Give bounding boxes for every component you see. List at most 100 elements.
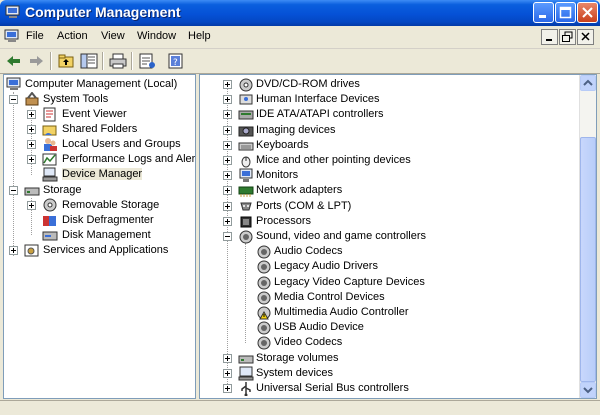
menu-file[interactable]: File bbox=[26, 30, 44, 42]
maximize-icon bbox=[559, 6, 572, 19]
tree-item-device-manager[interactable]: Device Manager bbox=[6, 167, 195, 182]
expand-toggle[interactable] bbox=[223, 125, 232, 135]
menu-action[interactable]: Action bbox=[57, 30, 88, 42]
menu-view[interactable]: View bbox=[101, 30, 125, 42]
expand-toggle[interactable] bbox=[223, 186, 232, 196]
up-level-icon[interactable] bbox=[56, 52, 76, 70]
tree-item-event-viewer[interactable]: Event Viewer bbox=[6, 107, 195, 122]
expand-toggle[interactable] bbox=[27, 155, 36, 164]
tree-item-performance-logs[interactable]: Performance Logs and Alerts bbox=[6, 152, 196, 167]
menu-help[interactable]: Help bbox=[188, 30, 211, 42]
expand-toggle[interactable] bbox=[223, 140, 232, 150]
expand-toggle[interactable] bbox=[223, 110, 232, 120]
vertical-scrollbar[interactable] bbox=[579, 75, 596, 398]
maximize-button[interactable] bbox=[555, 2, 576, 23]
device-tree-item[interactable]: Universal Serial Bus controllers bbox=[202, 381, 572, 396]
device-tree-item[interactable]: Legacy Video Capture Devices bbox=[202, 275, 572, 290]
toolbar-separator bbox=[131, 52, 133, 70]
tree-item-shared-folders[interactable]: Shared Folders bbox=[6, 122, 195, 137]
tree-item-local-users-groups[interactable]: Local Users and Groups bbox=[6, 137, 195, 152]
device-tree-item[interactable]: Monitors bbox=[202, 168, 572, 183]
computer-management-icon bbox=[5, 5, 20, 18]
tree-item-computer-management[interactable]: Computer Management (Local) bbox=[6, 77, 195, 92]
expand-toggle[interactable] bbox=[223, 156, 232, 165]
tree-item-disk-management[interactable]: Disk Management bbox=[6, 228, 195, 243]
properties-icon[interactable] bbox=[137, 52, 157, 70]
device-tree-item[interactable]: Keyboards bbox=[202, 138, 572, 153]
back-arrow-icon[interactable] bbox=[4, 52, 24, 70]
device-tree-item-label: Ports (COM & LPT) bbox=[256, 199, 352, 212]
collapse-toggle[interactable] bbox=[223, 232, 232, 241]
toolbar: ? bbox=[0, 49, 600, 74]
chevron-down-icon bbox=[583, 387, 593, 394]
collapse-toggle[interactable] bbox=[9, 186, 18, 195]
device-tree-item[interactable]: System devices bbox=[202, 366, 572, 381]
close-icon bbox=[582, 7, 593, 18]
scroll-thumb[interactable] bbox=[580, 137, 596, 382]
mmc-window-icon[interactable] bbox=[4, 29, 20, 44]
print-icon[interactable] bbox=[108, 52, 128, 70]
expand-toggle[interactable] bbox=[223, 171, 232, 181]
expand-toggle[interactable] bbox=[223, 95, 232, 105]
menu-bar: File Action View Window Help bbox=[0, 26, 600, 49]
device-tree-item[interactable]: Imaging devices bbox=[202, 123, 572, 138]
mdi-restore-button[interactable] bbox=[559, 29, 576, 45]
device-tree-item[interactable]: Network adapters bbox=[202, 183, 572, 198]
tree-item-label: Removable Storage bbox=[62, 199, 160, 211]
device-tree-item[interactable]: Media Control Devices bbox=[202, 290, 572, 305]
forward-arrow-icon[interactable] bbox=[26, 52, 46, 70]
expand-toggle[interactable] bbox=[223, 353, 232, 363]
tree-item-label: Event Viewer bbox=[62, 108, 127, 120]
console-tree-pane[interactable]: Computer Management (Local) System Tools… bbox=[3, 74, 196, 399]
device-tree-item[interactable]: Processors bbox=[202, 214, 572, 229]
help-icon[interactable]: ? bbox=[166, 52, 186, 70]
expand-toggle[interactable] bbox=[27, 110, 36, 119]
expand-toggle[interactable] bbox=[27, 201, 36, 210]
tree-item-system-tools[interactable]: System Tools bbox=[6, 92, 195, 107]
tree-item-disk-defragmenter[interactable]: Disk Defragmenter bbox=[6, 213, 195, 228]
device-tree-item[interactable]: Sound, video and game controllers bbox=[202, 229, 572, 244]
device-tree-item[interactable]: DVD/CD-ROM drives bbox=[202, 77, 572, 92]
title-bar[interactable]: Computer Management bbox=[0, 0, 600, 26]
tree-item-storage[interactable]: Storage bbox=[6, 183, 195, 198]
show-hide-tree-icon[interactable] bbox=[79, 52, 99, 70]
processor-icon bbox=[240, 216, 252, 228]
tree-item-label: System Tools bbox=[43, 93, 109, 105]
expand-toggle[interactable] bbox=[223, 201, 232, 211]
performance-logs-icon bbox=[42, 153, 57, 166]
sound-device-icon bbox=[257, 260, 271, 274]
expand-toggle[interactable] bbox=[27, 140, 36, 149]
device-tree-item-label: Keyboards bbox=[256, 138, 309, 151]
device-tree-item[interactable]: USB Audio Device bbox=[202, 320, 572, 335]
device-tree-item[interactable]: Mice and other pointing devices bbox=[202, 153, 572, 168]
device-tree-item[interactable]: Storage volumes bbox=[202, 351, 572, 366]
expand-toggle[interactable] bbox=[27, 125, 36, 134]
expand-toggle[interactable] bbox=[223, 216, 232, 226]
collapse-toggle[interactable] bbox=[9, 95, 18, 104]
device-tree-pane[interactable]: DVD/CD-ROM drives Human Interface Devices… bbox=[199, 74, 597, 399]
minimize-button[interactable] bbox=[533, 2, 554, 23]
tree-item-services-applications[interactable]: Services and Applications bbox=[6, 243, 195, 258]
expand-toggle[interactable] bbox=[9, 246, 18, 255]
scroll-up-button[interactable] bbox=[580, 75, 596, 91]
device-tree-item[interactable]: Multimedia Audio Controller bbox=[202, 305, 572, 320]
mdi-close-button[interactable] bbox=[577, 29, 594, 45]
device-tree-item[interactable]: Legacy Audio Drivers bbox=[202, 259, 572, 274]
expand-toggle[interactable] bbox=[223, 368, 232, 378]
tree-item-label: Storage bbox=[43, 184, 82, 196]
device-tree-item[interactable]: Human Interface Devices bbox=[202, 92, 572, 107]
tree-item-label: Performance Logs and Alerts bbox=[62, 153, 196, 165]
scroll-down-button[interactable] bbox=[580, 382, 596, 398]
device-tree-item[interactable]: Audio Codecs bbox=[202, 244, 572, 259]
expand-toggle[interactable] bbox=[223, 80, 232, 89]
device-tree-item[interactable]: Ports (COM & LPT) bbox=[202, 199, 572, 214]
tree-item-label: Computer Management (Local) bbox=[25, 78, 178, 90]
device-tree-item[interactable]: IDE ATA/ATAPI controllers bbox=[202, 107, 572, 122]
menu-window[interactable]: Window bbox=[137, 30, 176, 42]
close-button[interactable] bbox=[577, 2, 598, 23]
warning-device-icon bbox=[257, 306, 271, 320]
mdi-minimize-button[interactable] bbox=[541, 29, 558, 45]
expand-toggle[interactable] bbox=[223, 384, 232, 393]
tree-item-removable-storage[interactable]: Removable Storage bbox=[6, 198, 195, 213]
device-tree-item[interactable]: Video Codecs bbox=[202, 335, 572, 350]
